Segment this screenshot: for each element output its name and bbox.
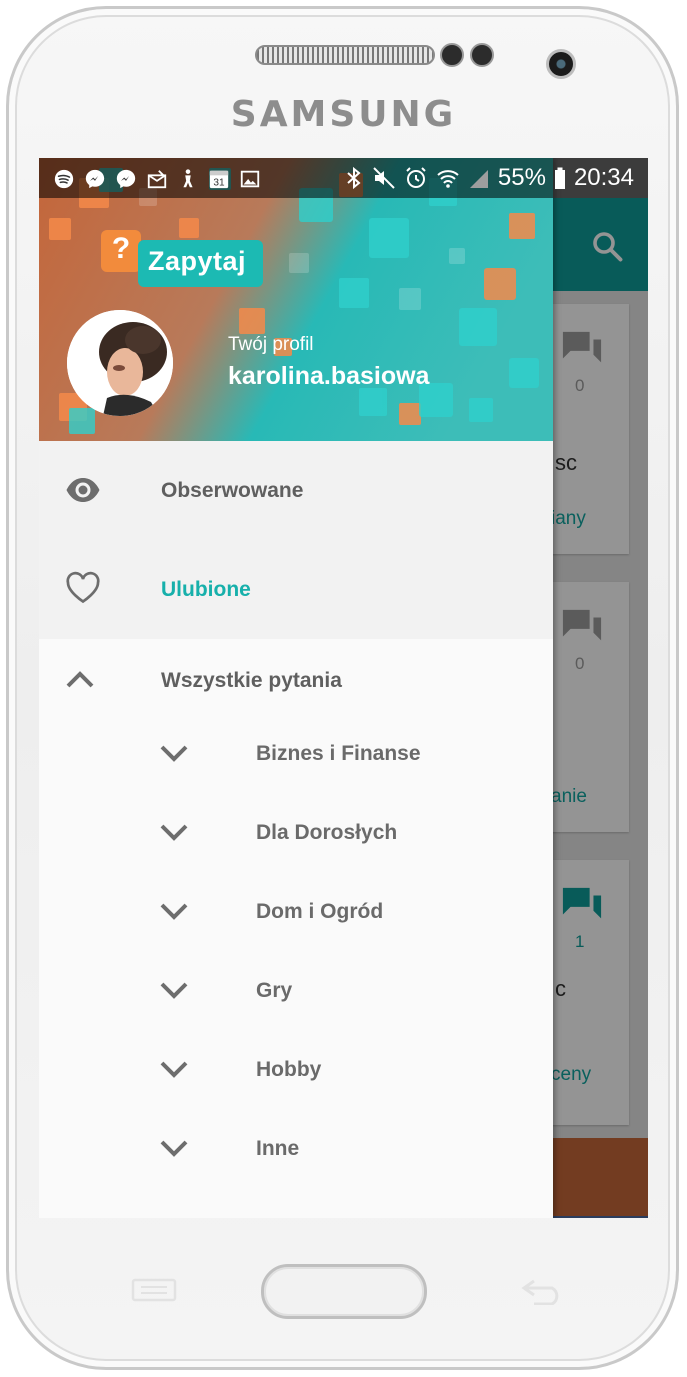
chevron-down-icon <box>160 1140 188 1157</box>
category-item[interactable]: Dla Dorosłych <box>39 798 553 877</box>
navigation-drawer: ? Zapytaj Twój profil karolina.basiowa O… <box>39 158 553 1218</box>
app-logo: Zapytaj <box>138 240 263 287</box>
light-sensor <box>470 43 494 67</box>
menu-item-wszystkie-pytania[interactable]: Wszystkie pytania <box>39 639 553 719</box>
mute-icon <box>373 167 395 189</box>
category-label: Biznes i Finanse <box>256 742 421 765</box>
menu-item-obserwowane[interactable]: Obserwowane <box>39 441 553 540</box>
category-label: Inne <box>256 1137 300 1160</box>
heart-icon <box>66 571 100 604</box>
battery-percent: 55% <box>497 164 546 191</box>
username[interactable]: karolina.basiowa <box>228 362 429 391</box>
profile-label: Twój profil <box>228 334 314 355</box>
bluetooth-icon <box>347 166 361 190</box>
messenger-icon <box>116 169 136 189</box>
accessibility-icon <box>183 169 193 188</box>
calendar-day: 31 <box>213 177 225 188</box>
chevron-down-icon <box>160 745 188 762</box>
category-item[interactable]: Dom i Ogród <box>39 877 553 956</box>
back-key-icon[interactable] <box>520 1277 566 1305</box>
category-item[interactable]: Inne <box>39 1114 553 1193</box>
wifi-icon <box>437 170 459 188</box>
chevron-down-icon <box>160 1061 188 1078</box>
proximity-sensor <box>440 43 464 67</box>
home-button[interactable] <box>261 1264 427 1319</box>
device-brand: SAMSUNG <box>230 94 457 135</box>
category-label: Hobby <box>256 1058 322 1081</box>
clock: 20:34 <box>573 164 634 191</box>
avatar-photo <box>67 310 173 416</box>
alarm-icon <box>406 167 426 188</box>
calendar-icon: 31 <box>209 170 229 188</box>
chevron-down-icon <box>160 824 188 841</box>
messenger-icon <box>85 169 105 189</box>
spotify-icon <box>54 169 74 189</box>
eye-icon <box>66 478 100 502</box>
menu-item-label: Wszystkie pytania <box>161 669 342 692</box>
mail-icon <box>147 170 167 189</box>
battery-icon <box>554 167 565 189</box>
drawer-header: ? Zapytaj Twój profil karolina.basiowa <box>39 158 553 441</box>
question-mark-badge: ? <box>101 230 141 272</box>
status-bar: 31 55% 20:34 <box>39 158 648 198</box>
category-label: Gry <box>256 979 293 1002</box>
category-item[interactable]: Hobby <box>39 1035 553 1114</box>
menu-item-label: Obserwowane <box>161 479 304 502</box>
menu-item-ulubione[interactable]: Ulubione <box>39 540 553 639</box>
signal-icon <box>469 170 488 188</box>
app-logo-text: Zapytaj <box>148 246 247 276</box>
screen: 0 sc iany 0 anie 1 c ceny 31 55% 20:34 ?… <box>39 158 648 1218</box>
category-item[interactable]: Biznes i Finanse <box>39 719 553 798</box>
front-camera <box>546 49 576 79</box>
category-label: Dom i Ogród <box>256 900 384 923</box>
category-item[interactable]: Gry <box>39 956 553 1035</box>
chevron-up-icon <box>66 671 94 688</box>
menu-key-icon[interactable] <box>131 1278 177 1302</box>
category-label: Dla Dorosłych <box>256 821 398 844</box>
chevron-down-icon <box>160 982 188 999</box>
gallery-icon <box>240 170 260 188</box>
chevron-down-icon <box>160 903 188 920</box>
menu-item-label: Ulubione <box>161 578 251 601</box>
avatar[interactable] <box>67 310 173 416</box>
earpiece-speaker <box>255 45 435 65</box>
